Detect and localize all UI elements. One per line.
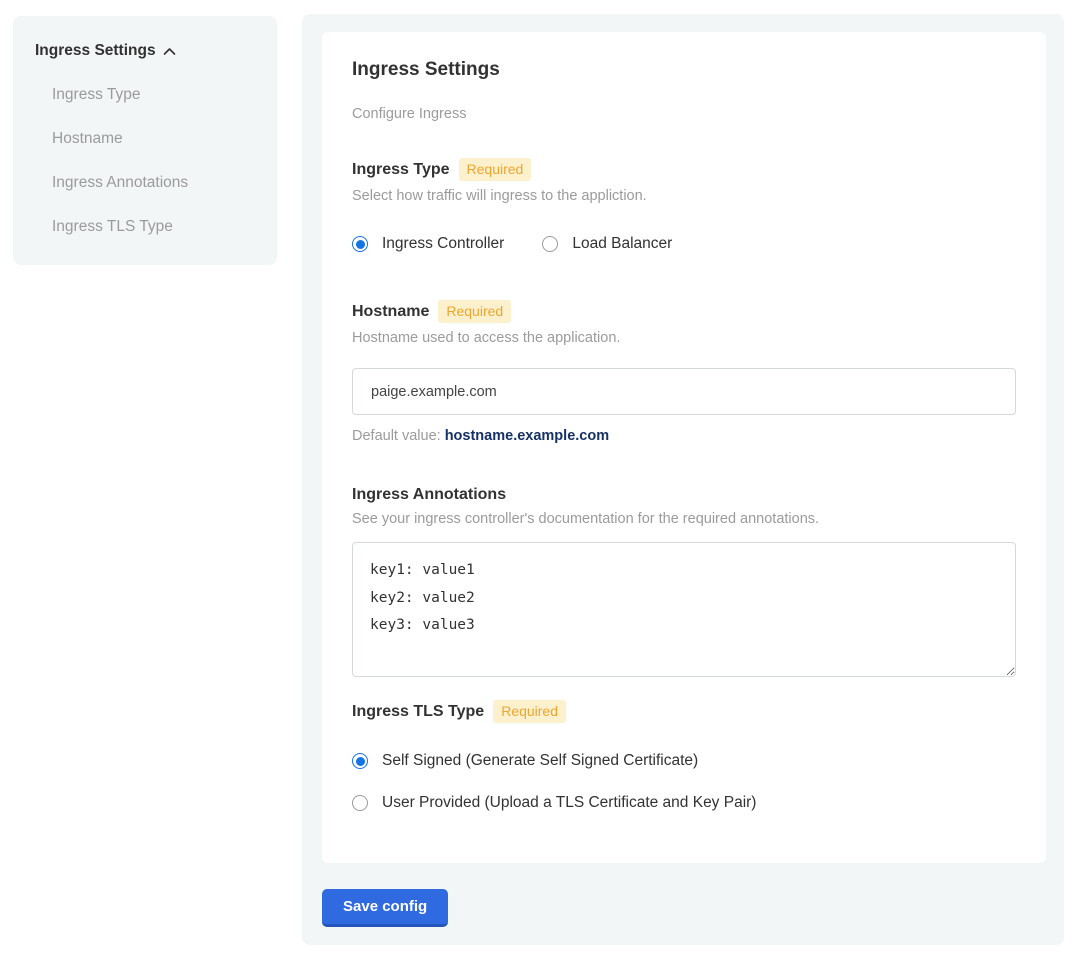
- radio-ingress-controller[interactable]: Ingress Controller: [352, 235, 504, 253]
- help-text-ingress-type: Select how traffic will ingress to the a…: [352, 188, 1016, 204]
- section-hostname: Hostname Required Hostname used to acces…: [352, 300, 1016, 444]
- radio-load-balancer[interactable]: Load Balancer: [542, 235, 672, 253]
- radio-unselected-icon: [542, 236, 558, 252]
- page-title: Ingress Settings: [352, 59, 1016, 81]
- ingress-settings-card: Ingress Settings Configure Ingress Ingre…: [322, 32, 1046, 863]
- page-subtitle: Configure Ingress: [352, 106, 1016, 122]
- section-label-ingress-annotations: Ingress Annotations: [352, 486, 506, 504]
- section-label-ingress-type: Ingress Type: [352, 161, 450, 179]
- section-label-hostname: Hostname: [352, 303, 429, 321]
- required-badge: Required: [493, 700, 566, 723]
- sidebar-item-hostname[interactable]: Hostname: [35, 130, 255, 148]
- required-badge: Required: [438, 300, 511, 323]
- save-config-button[interactable]: Save config: [322, 889, 448, 927]
- sidebar-group-ingress-settings[interactable]: Ingress Settings: [35, 42, 255, 60]
- hostname-input[interactable]: [352, 368, 1016, 415]
- section-ingress-type: Ingress Type Required Select how traffic…: [352, 158, 1016, 253]
- radio-label: Load Balancer: [572, 235, 672, 253]
- ingress-type-radio-group: Ingress Controller Load Balancer: [352, 235, 1016, 253]
- tls-type-radio-group: Self Signed (Generate Self Signed Certif…: [352, 752, 1016, 812]
- config-main-panel: Ingress Settings Configure Ingress Ingre…: [302, 14, 1064, 945]
- radio-label: Self Signed (Generate Self Signed Certif…: [382, 752, 698, 770]
- config-nav-sidebar: Ingress Settings Ingress Type Hostname I…: [13, 16, 277, 265]
- section-ingress-tls-type: Ingress TLS Type Required Self Signed (G…: [352, 700, 1016, 812]
- radio-self-signed[interactable]: Self Signed (Generate Self Signed Certif…: [352, 752, 1016, 770]
- sidebar-item-ingress-type[interactable]: Ingress Type: [35, 86, 255, 104]
- sidebar-item-list: Ingress Type Hostname Ingress Annotation…: [35, 86, 255, 236]
- radio-label: User Provided (Upload a TLS Certificate …: [382, 794, 756, 812]
- help-text-ingress-annotations: See your ingress controller's documentat…: [352, 511, 1016, 527]
- radio-selected-icon: [352, 753, 368, 769]
- radio-user-provided[interactable]: User Provided (Upload a TLS Certificate …: [352, 794, 1016, 812]
- sidebar-item-ingress-tls-type[interactable]: Ingress TLS Type: [35, 218, 255, 236]
- help-text-hostname: Hostname used to access the application.: [352, 330, 1016, 346]
- chevron-up-icon: [163, 46, 176, 56]
- default-value-text: hostname.example.com: [445, 428, 609, 444]
- section-label-ingress-tls-type: Ingress TLS Type: [352, 703, 484, 721]
- section-ingress-annotations: Ingress Annotations See your ingress con…: [352, 486, 1016, 677]
- sidebar-group-label: Ingress Settings: [35, 42, 156, 60]
- default-value-prefix: Default value:: [352, 428, 445, 444]
- required-badge: Required: [459, 158, 532, 181]
- sidebar-item-ingress-annotations[interactable]: Ingress Annotations: [35, 174, 255, 192]
- radio-unselected-icon: [352, 795, 368, 811]
- ingress-annotations-textarea[interactable]: key1: value1 key2: value2 key3: value3: [352, 542, 1016, 677]
- radio-selected-icon: [352, 236, 368, 252]
- radio-label: Ingress Controller: [382, 235, 504, 253]
- hostname-default-value-line: Default value: hostname.example.com: [352, 428, 1016, 444]
